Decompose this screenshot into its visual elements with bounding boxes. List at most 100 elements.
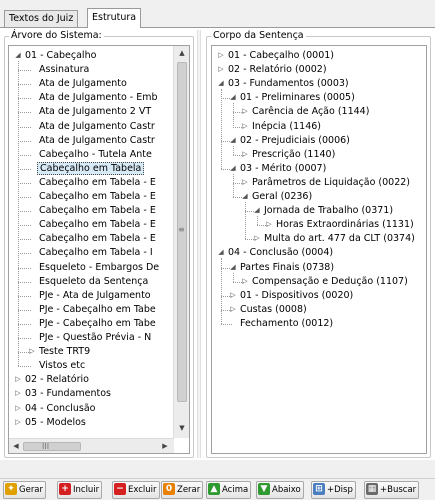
tab-estrutura[interactable]: Estrutura [87,8,142,28]
collapsed-arrow-icon[interactable]: ▷ [216,49,226,62]
tree-guide-line [233,173,234,197]
tree-node-02-prejudiciais-0006[interactable]: ◢ 02 - Prejudiciais (0006) [228,134,352,148]
hscroll-thumb[interactable] [23,442,81,451]
tree-node-assinatura[interactable]: Assinatura [27,63,91,77]
scroll-down-arrow-icon[interactable]: ▼ [174,424,189,432]
tree-node-ata-de-julgamento-castr[interactable]: Ata de Julgamento Castr [27,134,157,148]
tree-node-geral-0236[interactable]: ◢ Geral (0236) [240,190,314,204]
hscroll-grip: III [42,442,50,451]
excluir-button[interactable]: − Excluir [112,481,160,499]
tree-node-ata-de-julgamento-emb[interactable]: Ata de Julgamento - Emb [27,91,160,105]
tree-node-label: 04 - Conclusão (0004) [228,247,334,259]
abaixo-button[interactable]: ▼ Abaixo [256,481,304,499]
tree-node-05-modelos[interactable]: ▷ 05 - Modelos [13,416,88,430]
tree-guide-line [257,216,258,226]
tree-node-03-fundamentos[interactable]: ▷ 03 - Fundamentos [13,387,113,401]
tree-node-02-relatorio[interactable]: ▷ 02 - Relatório [13,373,91,387]
tree-node-partes-finais-0738[interactable]: ◢ Partes Finais (0738) [228,261,336,275]
tree-node-cabecalho-em-tabela-i[interactable]: Cabeçalho em Tabela - I [27,246,155,260]
collapsed-arrow-icon[interactable]: ▷ [13,416,23,429]
collapsed-arrow-icon[interactable]: ▷ [13,387,23,400]
tree-node-pje-cabecalho-em-tabe[interactable]: PJe - Cabeçalho em Tabe [27,317,158,331]
add-disp-button[interactable]: ⊞ +Disp [311,481,356,499]
sentence-body-group: Corpo da Sentença ▷ 01 - Cabeçalho (0001)… [206,30,431,458]
tree-node-compensacao-e-deducao-1107[interactable]: ▷ Compensação e Dedução (1107) [240,275,410,289]
tree-node-label: Carência de Ação (1144) [252,106,370,118]
tree-node-label: Horas Extraordinárias (1131) [276,219,414,231]
collapsed-arrow-icon[interactable]: ▷ [216,63,226,76]
scroll-left-arrow-icon[interactable]: ◀ [11,442,21,450]
tree-node-ata-de-julgamento-2-vt[interactable]: Ata de Julgamento 2 VT [27,105,153,119]
tree-node-pje-cabecalho-em-tabe[interactable]: PJe - Cabeçalho em Tabe [27,303,158,317]
tree-guide-line [221,309,232,311]
tree-node-01-cabecalho[interactable]: ◢ 01 - Cabeçalho [13,49,98,63]
gerar-button[interactable]: ✦ Gerar [3,481,47,499]
tree-node-label: 02 - Relatório (0002) [228,64,327,76]
tree-guide-line [18,352,31,354]
tree-node-esqueleto-da-sentenca[interactable]: Esqueleto da Sentença [27,275,150,289]
tree-node-04-conclusao[interactable]: ▷ 04 - Conclusão [13,402,98,416]
tree-guide-line [233,112,244,114]
collapsed-arrow-icon[interactable]: ▷ [13,402,23,415]
acima-button[interactable]: ▲ Acima [206,481,252,499]
zero-icon: 0 [163,482,175,495]
scroll-right-arrow-icon[interactable]: ▶ [160,442,170,450]
tree-node-teste-trt9[interactable]: ▷ Teste TRT9 [27,345,92,359]
system-tree-vscrollbar[interactable]: ▲ ≡ ▼ [173,46,189,438]
tree-guide-line [221,323,232,325]
system-tree-hscrollbar[interactable]: ◀ III ▶ [9,438,174,453]
tree-guide-line [245,211,256,213]
sentence-body-tree[interactable]: ▷ 01 - Cabeçalho (0001) ▷ 02 - Relatório (0… [211,45,427,454]
tree-node-pje-ata-de-julgamento[interactable]: PJe - Ata de Julgamento [27,289,153,303]
tree-node-prescricao-1140[interactable]: ▷ Prescrição (1140) [240,148,337,162]
scroll-up-arrow-icon[interactable]: ▲ [174,49,189,57]
add-buscar-button[interactable]: ▦ +Buscar [364,481,420,499]
incluir-button[interactable]: + Incluir [57,481,103,499]
tree-node-03-fundamentos-0003[interactable]: ◢ 03 - Fundamentos (0003) [216,77,351,91]
tree-node-carencia-de-acao-1144[interactable]: ▷ Carência de Ação (1144) [240,105,371,119]
zerar-button[interactable]: 0 Zerar [161,481,204,499]
system-tree[interactable]: ◢ 01 - Cabeçalho Assinatura Ata de Julgamen… [8,45,190,454]
tree-node-cabecalho-em-tabela-e[interactable]: Cabeçalho em Tabela - E [27,190,158,204]
panel-splitter[interactable] [197,30,201,458]
tree-node-cabecalho-tutela-ante[interactable]: Cabeçalho - Tutela Ante [27,148,154,162]
tree-node-ata-de-julgamento-castr[interactable]: Ata de Julgamento Castr [27,120,157,134]
collapsed-arrow-icon[interactable]: ▷ [13,373,23,386]
tree-node-label: Ata de Julgamento Castr [39,134,155,146]
tree-node-04-conclusao-0004[interactable]: ◢ 04 - Conclusão (0004) [216,246,335,260]
tree-guide-line [221,98,232,100]
tree-node-horas-extraordinarias-1131[interactable]: ▷ Horas Extraordinárias (1131) [264,218,416,232]
tree-node-cabecalho-em-tabela-e[interactable]: Cabeçalho em Tabela - E [27,218,158,232]
tree-node-inepcia-1146[interactable]: ▷ Inépcia (1146) [240,120,323,134]
tree-node-cabecalho-em-tabela-e[interactable]: Cabeçalho em Tabela - E [27,204,158,218]
tree-guide-line [233,103,234,127]
tree-node-fechamento-0012[interactable]: Fechamento (0012) [228,317,335,331]
tree-node-cabecalho-em-tabela[interactable]: Cabeçalho em Tabela [27,161,145,176]
tree-node-parametros-de-liquidacao-0022[interactable]: ▷ Parâmetros de Liquidação (0022) [240,176,412,190]
tree-node-cabecalho-em-tabela-e[interactable]: Cabeçalho em Tabela - E [27,232,158,246]
tree-node-01-dispositivos-0020[interactable]: ▷ 01 - Dispositivos (0020) [228,289,355,303]
button-label: +Buscar [380,485,417,495]
tree-node-custas-0008[interactable]: ▷ Custas (0008) [228,303,309,317]
tab-textos-do-juiz[interactable]: Textos do Juiz [4,10,79,27]
tree-node-03-merito-0007[interactable]: ◢ 03 - Mérito (0007) [228,162,328,176]
tree-guide-line [18,182,31,184]
tree-guide-line [18,239,31,241]
tree-node-02-relatorio-0002[interactable]: ▷ 02 - Relatório (0002) [216,63,329,77]
button-label: Excluir [128,485,157,495]
tree-node-esqueleto-embargos-de[interactable]: Esqueleto - Embargos De [27,261,161,275]
button-label: Incluir [73,485,100,495]
tree-node-01-preliminares-0005[interactable]: ◢ 01 - Preliminares (0005) [228,91,357,105]
tree-guide-line [257,225,268,227]
tree-node-ata-de-julgamento[interactable]: Ata de Julgamento [27,77,129,91]
tree-node-multa-do-art-477-da-clt-0374[interactable]: ▷ Multa do art. 477 da CLT (0374) [252,232,417,246]
tree-node-pje-questao-previa-n[interactable]: PJe - Questão Prévia - N [27,331,153,345]
tree-node-label: Teste TRT9 [39,346,91,358]
tree-node-vistos-etc[interactable]: Vistos etc [27,359,87,373]
tree-node-jornada-de-trabalho-0371[interactable]: ◢ Jornada de Trabalho (0371) [252,204,395,218]
tree-node-label: Esqueleto - Embargos De [39,261,160,273]
arrow-down-icon: ▼ [258,482,270,495]
tree-node-cabecalho-em-tabela-e[interactable]: Cabeçalho em Tabela - E [27,176,158,190]
tree-node-label: Vistos etc [39,360,86,372]
tree-node-01-cabecalho-0001[interactable]: ▷ 01 - Cabeçalho (0001) [216,49,336,63]
